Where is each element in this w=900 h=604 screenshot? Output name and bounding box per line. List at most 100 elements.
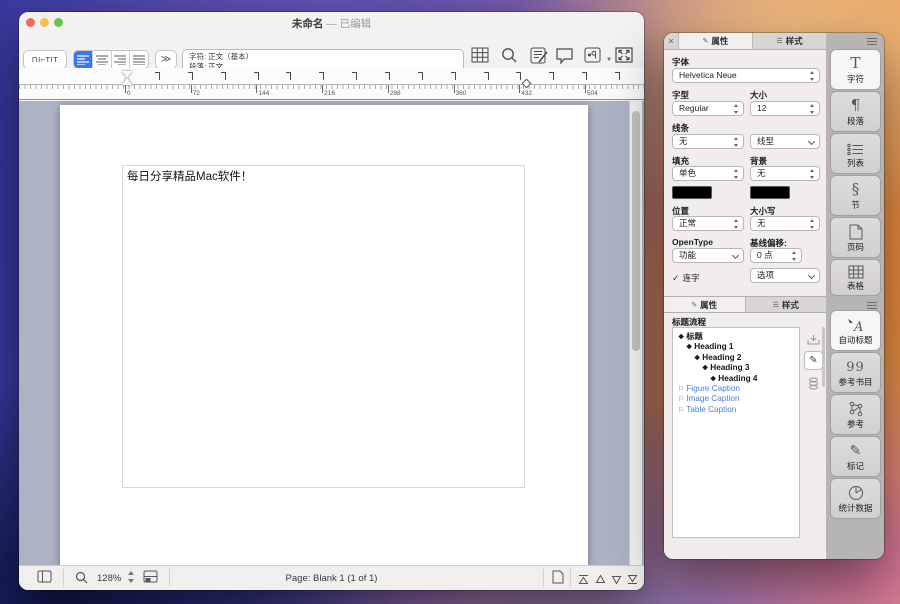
style-tree-label: Table Caption [686, 405, 736, 414]
titlebar[interactable]: 未命名 — 已编辑 [19, 12, 644, 30]
show-invisibles-icon [584, 47, 603, 64]
document-view[interactable]: 每日分享精品Mac软件！ [19, 101, 644, 565]
stepper-arrows-icon [791, 251, 798, 261]
edit-style-button[interactable]: ✎ [804, 351, 823, 370]
tab-stop-marker[interactable] [155, 72, 160, 80]
opentype-label: OpenType [672, 237, 713, 247]
align-left-button[interactable] [74, 51, 93, 68]
stacked-sections-icon [808, 377, 819, 390]
tab-styles[interactable]: ☰样式 [753, 33, 826, 49]
style-tree-item[interactable]: ❖Heading 2 [673, 353, 799, 363]
tab-stop-marker[interactable] [516, 72, 521, 80]
background-color-swatch[interactable] [750, 186, 790, 199]
sidebar-item-auto-title[interactable]: A 自动标题 [830, 310, 881, 351]
style-tree-label: Heading 2 [702, 353, 741, 362]
tab-stop-marker[interactable] [385, 72, 390, 80]
opentype-dropdown[interactable]: 功能 [672, 248, 744, 263]
position-dropdown[interactable]: 正常 [672, 216, 744, 231]
palette-close-button[interactable]: × [664, 33, 679, 49]
vertical-scrollbar[interactable] [629, 101, 642, 565]
go-last-page-button[interactable] [627, 572, 638, 590]
style-tree-item[interactable]: ⚐Table Caption [673, 405, 799, 415]
tab-stop-marker[interactable] [286, 72, 291, 80]
previous-page-button[interactable] [595, 572, 606, 590]
line-dropdown[interactable]: 无 [672, 134, 744, 149]
import-tray-icon [807, 334, 820, 345]
palette-scrollbar[interactable] [822, 327, 825, 387]
options-dropdown[interactable]: 选项 [750, 268, 820, 283]
tab-stop-marker[interactable] [615, 72, 620, 80]
styles-palette-tabs: ✎属性 ☰样式 [664, 296, 826, 313]
sidebar-item-bibliography[interactable]: 99 参考书目 [830, 352, 881, 393]
table-icon [471, 47, 490, 64]
tab-stop-marker[interactable] [418, 72, 423, 80]
sidebar-item-paragraph[interactable]: ¶ 段落 [830, 91, 881, 132]
sidebar-item-section[interactable]: § 节 [830, 175, 881, 216]
sidebar-item-page-number[interactable]: 页码 [830, 217, 881, 258]
tab-stop-marker[interactable] [319, 72, 324, 80]
ligature-checkbox[interactable]: ✓连字 [672, 272, 700, 284]
text-marks-button[interactable]: ⊓I⌐TIT [23, 50, 67, 69]
align-center-button[interactable] [93, 51, 112, 68]
style-tree-item[interactable]: ❖标题 [673, 332, 799, 342]
list-icon: ☰ [776, 37, 782, 45]
popup-arrows-icon [809, 71, 816, 81]
tab-stop-marker[interactable] [352, 72, 357, 80]
line-type-dropdown[interactable]: 线型 [750, 134, 820, 149]
style-sections-button[interactable] [804, 374, 823, 393]
tab-stop-marker[interactable] [254, 72, 259, 80]
font-family-dropdown[interactable]: Helvetica Neue [672, 68, 820, 83]
popup-arrows-icon [733, 137, 740, 147]
tab-properties[interactable]: ✎属性 [679, 33, 753, 49]
baseline-offset-stepper[interactable]: 0 点 [750, 248, 802, 263]
tab-stop-marker[interactable] [221, 72, 226, 80]
sidebar-item-list[interactable]: 列表 [830, 133, 881, 174]
tab-properties-bottom[interactable]: ✎属性 [664, 297, 746, 312]
fill-color-swatch[interactable] [672, 186, 712, 199]
horizontal-ruler[interactable]: 072144216288360432504576 [19, 68, 644, 100]
style-tree-label: Heading 1 [694, 342, 733, 351]
style-tree-item[interactable]: ❖Heading 1 [673, 342, 799, 352]
sidebar-item-markup[interactable]: ✎ 标记 [830, 436, 881, 477]
tab-stop-row[interactable] [19, 68, 644, 84]
typeface-dropdown[interactable]: Regular [672, 101, 744, 116]
tab-stop-marker[interactable] [188, 72, 193, 80]
next-page-button[interactable] [611, 572, 622, 590]
style-tree-item[interactable]: ❖Heading 4 [673, 374, 799, 384]
tab-stop-marker[interactable] [451, 72, 456, 80]
heading-style-icon: ❖ [678, 334, 684, 341]
align-justify-button[interactable] [130, 51, 148, 68]
size-dropdown[interactable]: 12 [750, 101, 820, 116]
style-tree[interactable]: ❖标题❖Heading 1❖Heading 2❖Heading 3❖Headin… [672, 327, 800, 538]
align-center-icon [96, 55, 108, 65]
sidebar-item-character[interactable]: T 字符 [830, 49, 881, 90]
import-style-button[interactable] [804, 330, 823, 349]
ruler-label: 504 [587, 90, 598, 97]
search-icon [500, 47, 519, 64]
palette-menu-icon[interactable] [867, 302, 877, 309]
background-dropdown[interactable]: 无 [750, 166, 820, 181]
palette-main-area: × ✎属性 ☰样式 字体 Helvetica Neue 字型 大小 Regula… [664, 33, 826, 559]
go-first-page-button[interactable] [578, 572, 589, 590]
ruler-major-tick [322, 85, 323, 93]
tab-styles-bottom[interactable]: ☰样式 [746, 297, 827, 312]
tab-stop-marker[interactable] [484, 72, 489, 80]
style-tree-item[interactable]: ⚐Image Caption [673, 394, 799, 404]
page[interactable]: 每日分享精品Mac软件！ [60, 105, 588, 567]
style-tree-item[interactable]: ⚐Figure Caption [673, 384, 799, 394]
style-tree-item[interactable]: ❖Heading 3 [673, 363, 799, 373]
direction-button[interactable]: ≫ [155, 50, 177, 69]
sidebar-item-table[interactable]: 表格 [830, 259, 881, 296]
fill-dropdown[interactable]: 单色 [672, 166, 744, 181]
tab-stop-marker[interactable] [582, 72, 587, 80]
text-frame[interactable]: 每日分享精品Mac软件！ [122, 165, 525, 488]
goto-page-button[interactable] [552, 570, 564, 589]
tab-stop-marker[interactable] [549, 72, 554, 80]
sidebar-item-statistics[interactable]: 统计数据 [830, 478, 881, 519]
sidebar-item-references[interactable]: 参考 [830, 394, 881, 435]
desktop-wallpaper: 未命名 — 已编辑 ⊓I⌐TIT 对齐 ≫ 方向 [0, 0, 900, 604]
vertical-scrollbar-thumb[interactable] [632, 111, 640, 351]
palette-menu-icon[interactable] [867, 38, 877, 45]
align-right-button[interactable] [112, 51, 131, 68]
case-dropdown[interactable]: 无 [750, 216, 820, 231]
